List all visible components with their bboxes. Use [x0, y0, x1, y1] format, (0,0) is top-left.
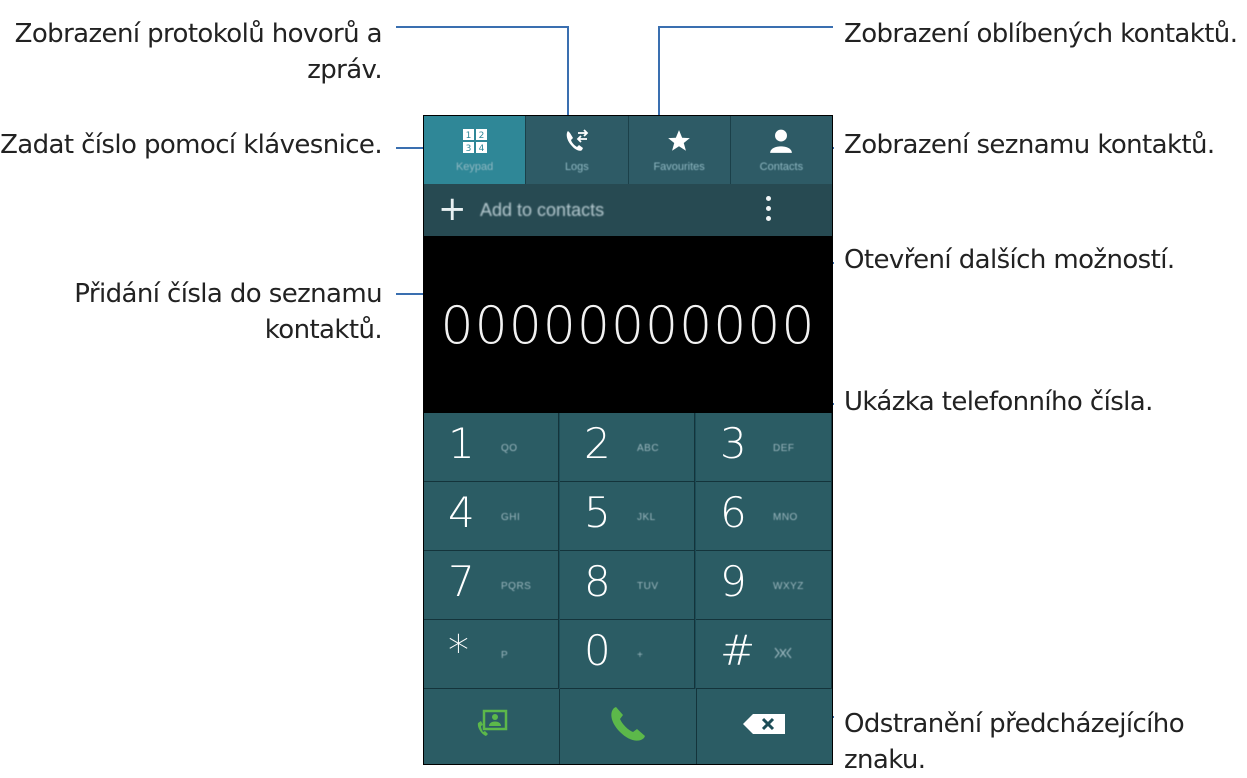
key-7-letters: PQRS: [501, 581, 532, 592]
key-2[interactable]: 2 ABC: [560, 413, 695, 482]
key-3-digit: 3: [720, 419, 747, 468]
action-row: [424, 689, 832, 764]
tab-contacts-label: Contacts: [759, 161, 804, 173]
key-9[interactable]: 9 WXYZ: [696, 551, 832, 620]
key-star[interactable]: * P: [424, 620, 559, 689]
key-8-letters: TUV: [637, 581, 659, 592]
call-button[interactable]: [560, 689, 697, 764]
svg-text:4: 4: [478, 144, 484, 154]
phone-screen: 1 2 3 4 Keypad Logs Favourites Contacts …: [423, 115, 833, 765]
callout-delete-line1: Odstranění předcházejícího: [844, 709, 1185, 739]
tab-contacts[interactable]: Contacts: [731, 116, 832, 184]
callout-preview-text: Ukázka telefonního čísla.: [844, 387, 1153, 417]
more-options-icon[interactable]: [766, 196, 772, 226]
leader-logs-v: [567, 26, 569, 126]
callout-preview: Ukázka telefonního čísla.: [844, 384, 1153, 420]
add-to-contacts-button[interactable]: Add to contacts: [480, 200, 604, 221]
callout-delete-line2: znaku.: [844, 745, 926, 775]
key-star-digit: *: [448, 626, 469, 675]
tab-bar: 1 2 3 4 Keypad Logs Favourites Contacts: [424, 116, 832, 184]
key-2-letters: ABC: [637, 443, 660, 454]
backspace-icon: [741, 712, 787, 741]
key-5[interactable]: 5 JKL: [560, 482, 695, 551]
star-icon: [666, 127, 692, 155]
tab-logs[interactable]: Logs: [526, 116, 629, 184]
callout-add-line2: kontaktů.: [264, 315, 383, 345]
callout-add-line1: Přidání čísla do seznamu: [74, 279, 382, 309]
key-8-digit: 8: [584, 557, 611, 606]
key-8[interactable]: 8 TUV: [560, 551, 695, 620]
callout-favourites: Zobrazení oblíbených kontaktů.: [844, 16, 1238, 52]
callout-contacts-text: Zobrazení seznamu kontaktů.: [844, 130, 1215, 160]
key-hash[interactable]: #: [696, 620, 832, 689]
callout-logs: Zobrazení protokolů hovorů a zpráv.: [14, 16, 383, 88]
key-1-letters: QO: [501, 443, 518, 454]
callout-logs-line1: Zobrazení protokolů hovorů a: [14, 19, 383, 49]
key-hash-digit: #: [720, 626, 756, 675]
key-0-digit: 0: [584, 626, 611, 675]
key-star-letters: P: [501, 650, 509, 661]
key-7-digit: 7: [448, 557, 475, 606]
callout-more-text: Otevření dalších možností.: [844, 245, 1175, 275]
key-4-digit: 4: [448, 488, 475, 537]
key-5-letters: JKL: [637, 512, 656, 523]
contact-icon: [768, 127, 794, 155]
plus-icon[interactable]: +: [438, 190, 467, 228]
key-6-digit: 6: [720, 488, 747, 537]
callout-add: Přidání čísla do seznamu kontaktů.: [74, 276, 382, 348]
call-icon: [607, 703, 649, 750]
key-0-letters: +: [637, 650, 644, 661]
callout-keypad: Zadat číslo pomocí klávesnice.: [0, 127, 383, 163]
callout-delete: Odstranění předcházejícího znaku.: [844, 706, 1185, 778]
callout-more: Otevření dalších možností.: [844, 242, 1175, 278]
key-9-letters: WXYZ: [773, 581, 804, 592]
leader-fav-h: [658, 26, 833, 28]
tab-favourites-label: Favourites: [653, 161, 705, 173]
key-5-digit: 5: [584, 488, 611, 537]
svg-text:2: 2: [478, 131, 484, 141]
tab-keypad-label: Keypad: [455, 161, 494, 173]
key-2-digit: 2: [584, 419, 611, 468]
key-0[interactable]: 0 +: [560, 620, 695, 689]
key-1-digit: 1: [448, 419, 475, 468]
keypad-icon: 1 2 3 4: [462, 127, 488, 155]
svg-text:1: 1: [465, 131, 471, 141]
callout-contacts: Zobrazení seznamu kontaktů.: [844, 127, 1215, 163]
callout-keypad-text: Zadat číslo pomocí klávesnice.: [0, 130, 383, 160]
callout-logs-line2: zpráv.: [307, 55, 382, 85]
tab-keypad[interactable]: 1 2 3 4 Keypad: [424, 116, 527, 184]
number-display: 00000000000: [424, 236, 832, 413]
vibrate-icon: [773, 646, 793, 663]
key-6-letters: MNO: [773, 512, 798, 523]
svg-text:3: 3: [465, 144, 471, 154]
key-3-letters: DEF: [773, 443, 795, 454]
key-4-letters: GHI: [501, 512, 521, 523]
key-1[interactable]: 1 QO: [424, 413, 559, 482]
leader-fav-v: [658, 26, 660, 124]
tab-logs-label: Logs: [564, 161, 589, 173]
dial-keypad: 1 QO 2 ABC 3 DEF 4 GHI 5 JKL 6 MNO 7 PQRS 8 TUV …: [424, 413, 832, 764]
contact-card-button[interactable]: [424, 689, 561, 764]
key-7[interactable]: 7 PQRS: [424, 551, 559, 620]
callout-favourites-text: Zobrazení oblíbených kontaktů.: [844, 19, 1238, 49]
key-6[interactable]: 6 MNO: [696, 482, 832, 551]
delete-button[interactable]: [696, 689, 832, 764]
tab-favourites[interactable]: Favourites: [629, 116, 731, 184]
contacts-card-icon: [475, 709, 509, 744]
leader-logs-h: [396, 26, 568, 28]
key-3[interactable]: 3 DEF: [696, 413, 832, 482]
logs-icon: [563, 127, 591, 155]
key-4[interactable]: 4 GHI: [424, 482, 559, 551]
phone-number-preview: 00000000000: [440, 296, 816, 356]
key-9-digit: 9: [720, 557, 747, 606]
add-to-contacts-bar: + Add to contacts: [424, 184, 832, 236]
